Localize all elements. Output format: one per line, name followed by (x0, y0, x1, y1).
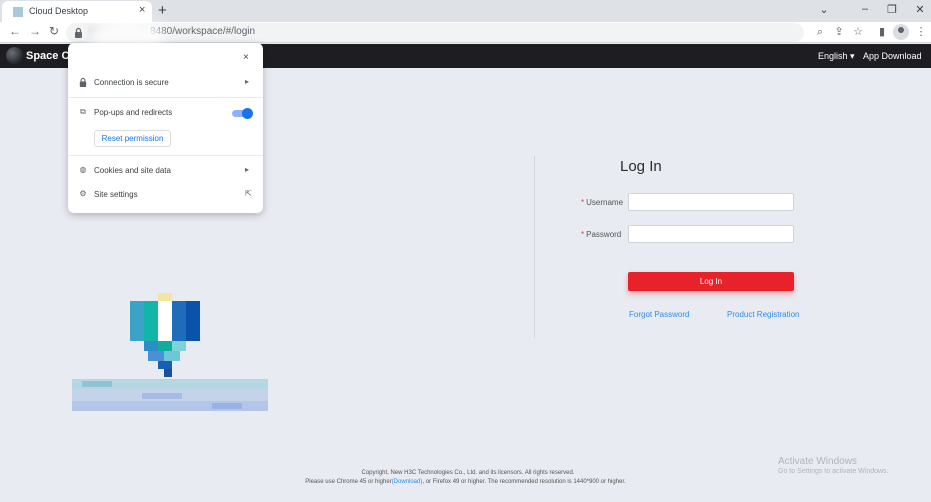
username-input[interactable] (628, 193, 794, 211)
popups-redirects-row: ⧉ Pop-ups and redirects (68, 102, 263, 124)
cookies-row[interactable]: ◍ Cookies and site data ▸ (68, 160, 263, 182)
chrome-download-link[interactable]: (Download) (392, 479, 423, 485)
login-button[interactable]: Log In (628, 272, 794, 291)
side-panel-icon[interactable]: ▮ (875, 25, 889, 39)
popup-separator (68, 155, 263, 156)
copyright-text: Copyright, New H3C Technologies Co., Ltd… (361, 470, 575, 476)
product-logo-pixelated (72, 293, 268, 411)
share-icon[interactable]: ⇪ (832, 25, 846, 39)
zoom-icon[interactable]: ⌕ (813, 25, 827, 39)
lock-icon (79, 77, 87, 87)
tab-search-icon[interactable]: ⌄ (817, 3, 831, 16)
cookies-label: Cookies and site data (94, 166, 171, 175)
chevron-right-icon: ▸ (245, 77, 250, 86)
back-icon[interactable]: ← (8, 24, 22, 38)
app-logo-icon (6, 47, 23, 64)
app-download-link[interactable]: App Download (863, 51, 922, 61)
reload-icon[interactable]: ↻ (47, 24, 61, 38)
popups-redirects-label: Pop-ups and redirects (94, 108, 173, 117)
password-input[interactable] (628, 225, 794, 243)
vertical-divider (534, 156, 535, 338)
password-label: * Password (581, 230, 622, 239)
popup-close-icon[interactable]: × (243, 52, 249, 63)
site-settings-label: Site settings (94, 190, 138, 199)
tab-title: Cloud Desktop (29, 6, 89, 16)
forgot-password-link[interactable]: Forgot Password (629, 310, 689, 319)
popup-separator (68, 97, 263, 98)
bookmark-star-icon[interactable]: ☆ (851, 25, 865, 39)
login-title: Log In (620, 158, 662, 175)
site-settings-row[interactable]: ⚙ Site settings ⇱ (68, 184, 263, 206)
address-bar[interactable]: 8480/workspace/#/login (66, 23, 804, 42)
activate-windows-title: Activate Windows (778, 456, 857, 467)
popups-toggle[interactable] (232, 108, 253, 119)
external-link-icon: ⧉ (80, 107, 86, 116)
restore-button[interactable]: ❐ (885, 3, 899, 16)
lock-icon[interactable] (74, 27, 83, 38)
site-info-popup: × Connection is secure ▸ ⧉ Pop-ups and r… (68, 43, 263, 213)
open-external-icon: ⇱ (245, 189, 252, 198)
product-registration-link[interactable]: Product Registration (727, 310, 799, 319)
language-selector[interactable]: English ▾ (818, 51, 855, 62)
connection-secure-row[interactable]: Connection is secure ▸ (68, 72, 263, 94)
gear-icon: ⚙ (79, 189, 87, 198)
browser-requirements: Please use Chrome 45 or higher(Download)… (305, 479, 626, 485)
url-text[interactable]: 8480/workspace/#/login (150, 26, 255, 37)
close-window-button[interactable]: ✕ (913, 3, 927, 16)
chevron-right-icon: ▸ (245, 165, 250, 174)
reset-permission-button[interactable]: Reset permission (94, 130, 171, 147)
cookie-icon: ◍ (79, 165, 87, 174)
profile-avatar-icon[interactable] (893, 24, 909, 40)
minimize-button[interactable]: – (858, 3, 872, 15)
username-label: * Username (581, 198, 624, 207)
tab-favicon-icon (13, 7, 23, 17)
more-menu-icon[interactable]: ⋮ (914, 25, 928, 39)
new-tab-button[interactable]: + (158, 2, 167, 19)
tab-close-icon[interactable]: × (139, 4, 145, 16)
connection-secure-label: Connection is secure (94, 78, 169, 87)
forward-icon[interactable]: → (28, 24, 42, 38)
